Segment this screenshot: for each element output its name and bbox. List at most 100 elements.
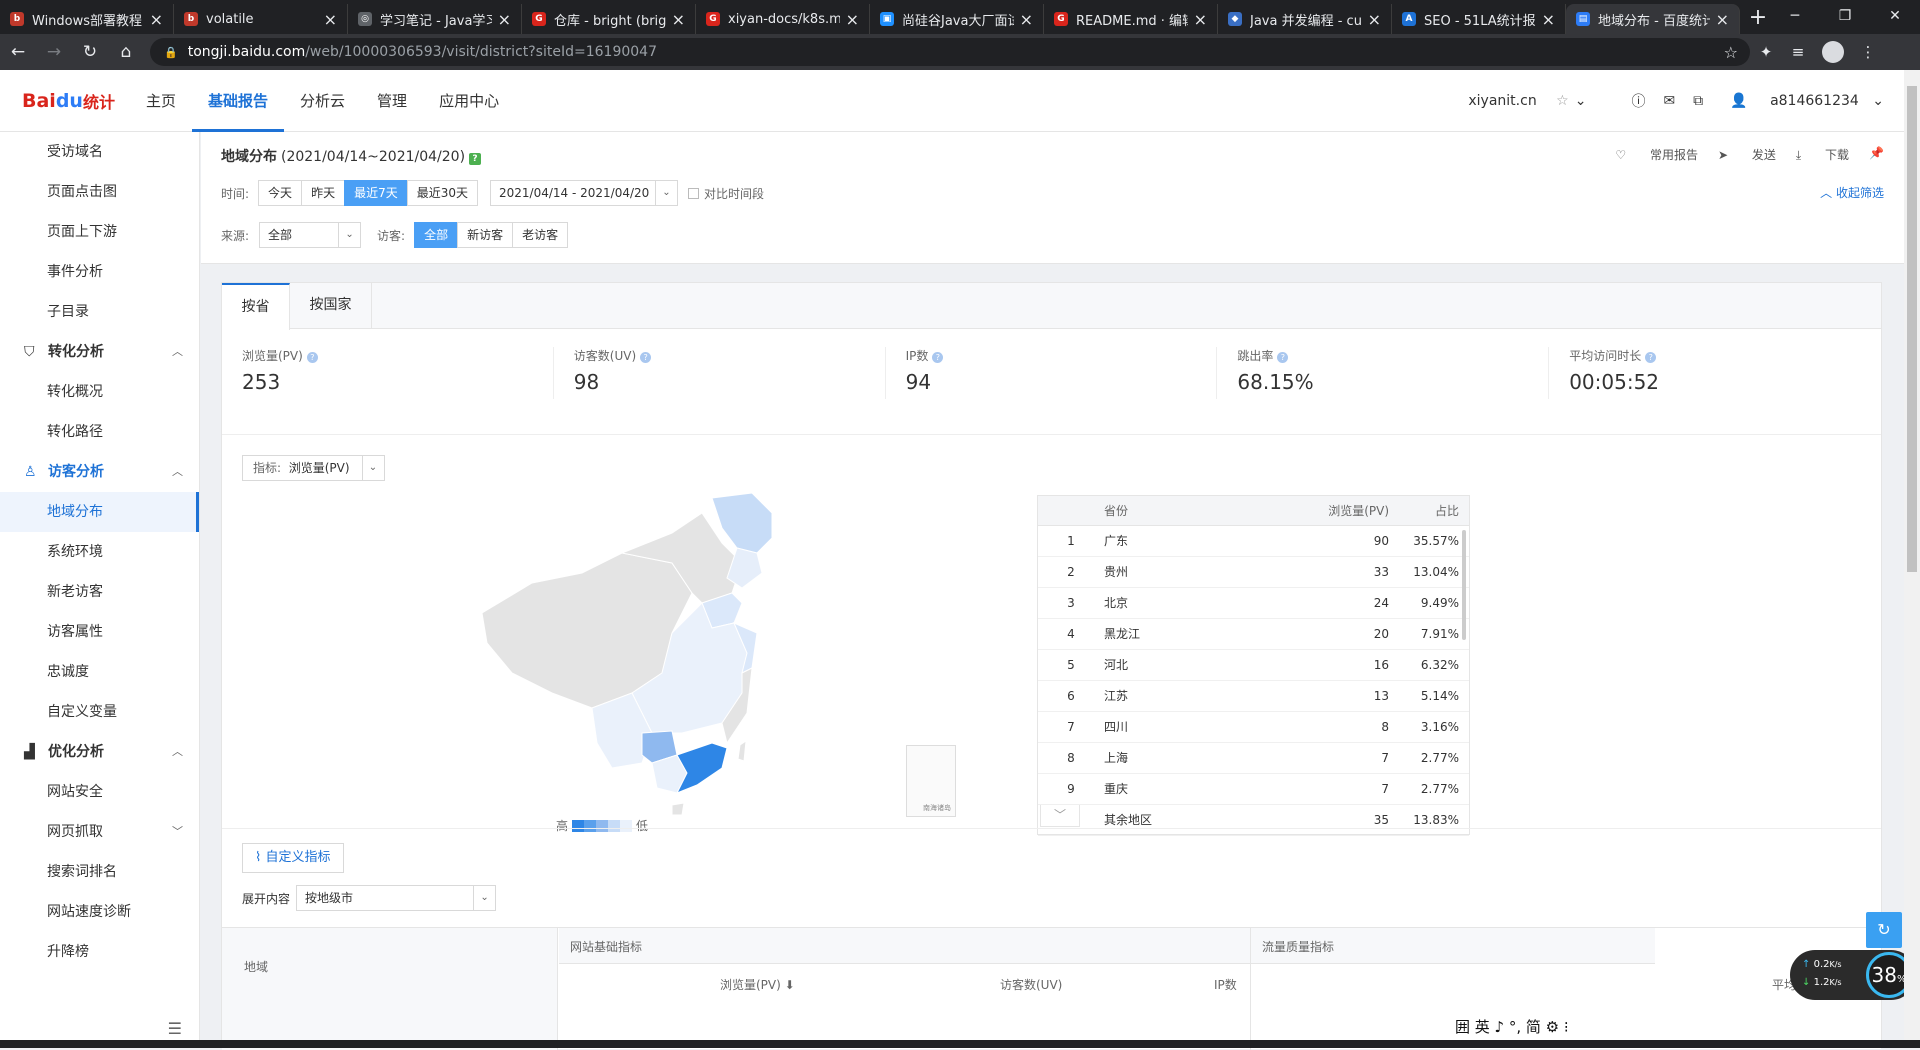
table-row[interactable]: 5 河北 16 6.32% bbox=[1038, 650, 1469, 681]
sidebar-item-crawl[interactable]: 网页抓取 ﹀ bbox=[0, 812, 199, 852]
ime-toolbar[interactable]: 囲 英 ♪ °, 简 ⚙ ⁝ bbox=[1455, 1016, 1569, 1037]
expand-select[interactable]: 按地级市 ⌄ bbox=[296, 885, 497, 911]
browser-tab[interactable]: ▣ 尚硅谷Java大厂面试 × bbox=[870, 4, 1044, 34]
sidebar-item-system-env[interactable]: 系统环境 bbox=[0, 532, 199, 572]
close-tab-icon[interactable]: × bbox=[150, 10, 163, 29]
url-input[interactable]: 🔒 tongji.baidu.com/web/10000306593/visit… bbox=[150, 38, 1750, 66]
col-uv[interactable]: 访客数(UV) bbox=[1000, 976, 1062, 993]
close-tab-icon[interactable]: × bbox=[1194, 10, 1207, 29]
profile-avatar[interactable] bbox=[1822, 41, 1844, 63]
user-menu[interactable]: 👤 a814661234 ⌄ bbox=[1721, 93, 1884, 109]
sidebar-item-page-flow[interactable]: 页面上下游 bbox=[0, 212, 199, 252]
table-row[interactable]: 10其余地区3513.83% bbox=[1038, 805, 1469, 836]
browser-tab[interactable]: G 仓库 - bright (brig × bbox=[522, 4, 696, 34]
browser-tab[interactable]: ◆ Java 并发编程 - cu × bbox=[1218, 4, 1392, 34]
site-selector[interactable]: xiyanit.cn ☆ ⌄ bbox=[1459, 93, 1586, 109]
refresh-float-button[interactable]: ↻ bbox=[1866, 912, 1902, 948]
help-icon[interactable]: ? bbox=[640, 352, 652, 363]
time-yesterday[interactable]: 昨天 bbox=[301, 180, 346, 206]
nav-home[interactable]: 主页 bbox=[130, 70, 192, 132]
col-ip[interactable]: IP数 bbox=[1214, 976, 1237, 993]
browser-menu-icon[interactable]: ⋮ bbox=[1852, 43, 1884, 61]
baidu-tongji-logo[interactable]: Bai du 统计 bbox=[0, 89, 130, 113]
switch-window-icon[interactable]: ⧉ bbox=[1693, 93, 1703, 109]
collapse-filter-button[interactable]: ︿ 收起筛选 bbox=[1820, 184, 1884, 201]
china-map[interactable] bbox=[472, 493, 892, 823]
sidebar-item-security[interactable]: 网站安全 bbox=[0, 772, 199, 812]
help-icon[interactable]: ⓘ bbox=[1631, 91, 1645, 111]
close-tab-icon[interactable]: × bbox=[1368, 10, 1381, 29]
compare-checkbox[interactable] bbox=[688, 187, 699, 199]
extensions-icon[interactable]: ✦ bbox=[1750, 43, 1782, 61]
sidebar-item-conversion-overview[interactable]: 转化概况 bbox=[0, 372, 199, 412]
sidebar-item-loyalty[interactable]: 忠诚度 bbox=[0, 652, 199, 692]
nav-analytics-cloud[interactable]: 分析云 bbox=[284, 70, 361, 132]
sidebar-item-visitor-attr[interactable]: 访客属性 bbox=[0, 612, 199, 652]
browser-tab[interactable]: ◎ 学习笔记 - Java学习 × bbox=[348, 4, 522, 34]
back-icon[interactable]: ← bbox=[0, 42, 36, 62]
sidebar-group-visitor[interactable]: ♙ 访客分析 ︿ bbox=[0, 452, 199, 492]
help-icon[interactable]: ? bbox=[469, 153, 482, 165]
map-region-taiwan[interactable] bbox=[737, 739, 747, 762]
sidebar-group-conversion[interactable]: ⛉ 转化分析 ︿ bbox=[0, 332, 199, 372]
close-tab-icon[interactable]: × bbox=[672, 10, 685, 29]
map-region-guangdong[interactable] bbox=[675, 742, 728, 794]
browser-tab[interactable]: A SEO - 51LA统计报 × bbox=[1392, 4, 1566, 34]
reading-list-icon[interactable]: ≡ bbox=[1782, 43, 1814, 61]
sidebar-group-optimize[interactable]: ▟ 优化分析 ︿ bbox=[0, 732, 199, 772]
help-icon[interactable]: ? bbox=[1645, 352, 1657, 363]
sidebar-item-subdir[interactable]: 子目录 bbox=[0, 292, 199, 332]
minimize-icon[interactable]: ─ bbox=[1770, 0, 1820, 34]
site-star-icon[interactable]: ☆ bbox=[1556, 93, 1569, 109]
table-row[interactable]: 6 江苏 13 5.14% bbox=[1038, 681, 1469, 712]
sidebar-item-event[interactable]: 事件分析 bbox=[0, 252, 199, 292]
visitor-all[interactable]: 全部 bbox=[414, 222, 459, 248]
browser-tab[interactable]: b volatile × bbox=[174, 4, 348, 34]
browser-tab[interactable]: G README.md · 编辑 × bbox=[1044, 4, 1218, 34]
home-icon[interactable]: ⌂ bbox=[108, 42, 144, 62]
nav-app-center[interactable]: 应用中心 bbox=[423, 70, 515, 132]
table-row[interactable]: 4 黑龙江 20 7.91% bbox=[1038, 619, 1469, 650]
browser-tab[interactable]: Gxiyan-docs/k8s.m × bbox=[696, 4, 870, 34]
scrollbar-thumb[interactable] bbox=[1907, 86, 1917, 572]
close-tab-icon[interactable]: × bbox=[1020, 10, 1033, 29]
time-last-30[interactable]: 最近30天 bbox=[406, 180, 478, 206]
collapse-sidebar-icon[interactable]: ☰ bbox=[0, 1019, 200, 1038]
close-tab-icon[interactable]: × bbox=[1542, 10, 1555, 29]
source-select[interactable]: 全部 ⌄ bbox=[259, 222, 362, 248]
sidebar-item-speed[interactable]: 网站速度诊断 bbox=[0, 892, 199, 932]
col-pv-sort[interactable]: 浏览量(PV) ⬇ bbox=[720, 976, 795, 993]
custom-metric-button[interactable]: ⌇ 自定义指标 bbox=[242, 843, 344, 873]
table-row[interactable]: 7 四川 8 3.16% bbox=[1038, 712, 1469, 743]
close-tab-icon[interactable]: × bbox=[324, 10, 337, 29]
table-row[interactable]: 3 北京 24 9.49% bbox=[1038, 588, 1469, 619]
help-icon[interactable]: ? bbox=[1277, 352, 1289, 363]
message-icon[interactable]: ✉ bbox=[1663, 93, 1675, 109]
col-pv[interactable]: 浏览量(PV) bbox=[1274, 496, 1389, 525]
download-button[interactable]: ⤓ 下载 bbox=[1796, 146, 1849, 163]
browser-tab[interactable]: ▤ 地域分布 - 百度统计 × bbox=[1566, 4, 1740, 34]
table-row[interactable]: 1 广东 90 35.57% bbox=[1038, 526, 1469, 557]
table-scrollbar[interactable] bbox=[1462, 530, 1466, 640]
visitor-new[interactable]: 新访客 bbox=[457, 222, 514, 248]
nav-manage[interactable]: 管理 bbox=[361, 70, 423, 132]
close-window-icon[interactable]: ✕ bbox=[1870, 0, 1920, 34]
restore-icon[interactable]: ❐ bbox=[1820, 0, 1870, 34]
forward-icon[interactable]: → bbox=[36, 42, 72, 62]
sidebar-item-custom-var[interactable]: 自定义变量 bbox=[0, 692, 199, 732]
time-today[interactable]: 今天 bbox=[258, 180, 303, 206]
sidebar-item-conversion-path[interactable]: 转化路径 bbox=[0, 412, 199, 452]
reload-icon[interactable]: ↻ bbox=[72, 42, 108, 62]
tab-by-country[interactable]: 按国家 bbox=[290, 283, 372, 328]
send-button[interactable]: ➤ 发送 bbox=[1718, 146, 1776, 163]
close-tab-icon[interactable]: × bbox=[846, 10, 859, 29]
sidebar-item-region[interactable]: 地域分布 bbox=[0, 492, 199, 532]
close-tab-icon[interactable]: × bbox=[1716, 10, 1729, 29]
table-row[interactable]: 2 贵州 33 13.04% bbox=[1038, 557, 1469, 588]
metric-select[interactable]: 指标: 浏览量(PV) ⌄ bbox=[242, 455, 385, 481]
expand-chart-icon[interactable]: ﹀ bbox=[1040, 805, 1080, 827]
pin-icon[interactable]: 📌 bbox=[1869, 146, 1884, 163]
sidebar-item-movers[interactable]: 升降榜 bbox=[0, 932, 199, 972]
sidebar-item-click-map[interactable]: 页面点击图 bbox=[0, 172, 199, 212]
favorite-report-button[interactable]: ♡ 常用报告 bbox=[1615, 146, 1698, 163]
